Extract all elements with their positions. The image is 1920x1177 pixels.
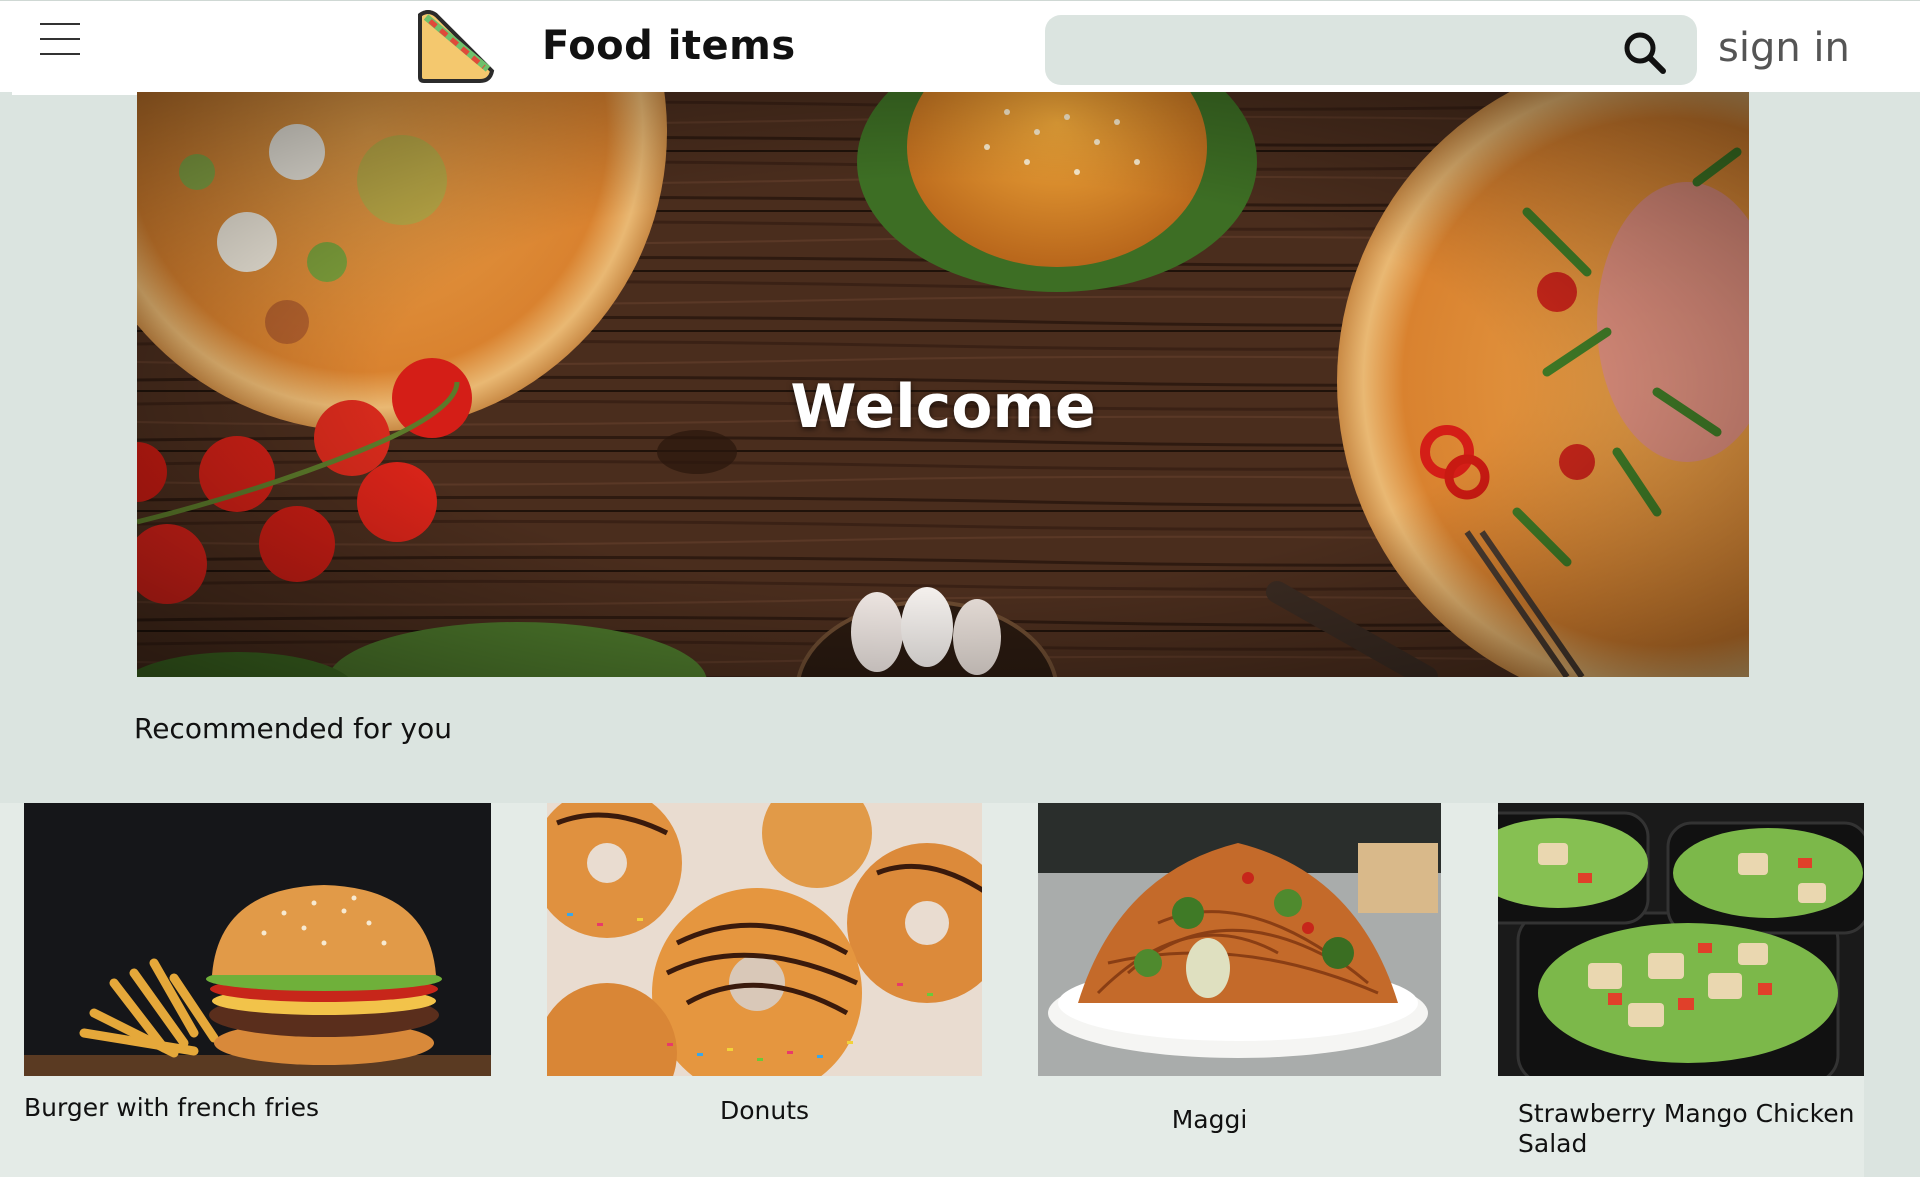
food-card-label[interactable]: Burger with french fries bbox=[24, 1093, 491, 1123]
hamburger-menu-icon[interactable] bbox=[40, 21, 80, 57]
header-edge-divider bbox=[12, 92, 138, 95]
section-title-recommended: Recommended for you bbox=[134, 712, 452, 745]
top-header: Food items sign in bbox=[0, 0, 1920, 92]
chicken-salad-image[interactable] bbox=[1498, 803, 1864, 1076]
food-card-salad[interactable]: Strawberry Mango Chicken Salad bbox=[1498, 803, 1864, 1177]
app-title: Food items bbox=[542, 23, 796, 69]
food-card-label[interactable]: Maggi bbox=[1008, 1105, 1411, 1135]
hero-title: Welcome bbox=[790, 372, 1096, 442]
hero-banner: Welcome bbox=[137, 92, 1749, 677]
search-bar[interactable] bbox=[1045, 15, 1697, 85]
food-card-donuts[interactable]: Donuts bbox=[547, 803, 982, 1177]
food-card-maggi[interactable]: Maggi bbox=[1038, 803, 1441, 1177]
search-icon[interactable] bbox=[1621, 29, 1667, 75]
donuts-image[interactable] bbox=[547, 803, 982, 1076]
food-card-burger[interactable]: Burger with french fries bbox=[24, 803, 491, 1177]
burger-fries-image[interactable] bbox=[24, 803, 491, 1076]
food-card-label[interactable]: Donuts bbox=[547, 1096, 982, 1126]
maggi-noodles-image[interactable] bbox=[1038, 803, 1441, 1076]
search-input[interactable] bbox=[1069, 25, 1609, 75]
sign-in-link[interactable]: sign in bbox=[1718, 25, 1850, 71]
food-card-label[interactable]: Strawberry Mango Chicken Salad bbox=[1518, 1099, 1864, 1159]
sandwich-logo-icon[interactable] bbox=[414, 7, 498, 87]
